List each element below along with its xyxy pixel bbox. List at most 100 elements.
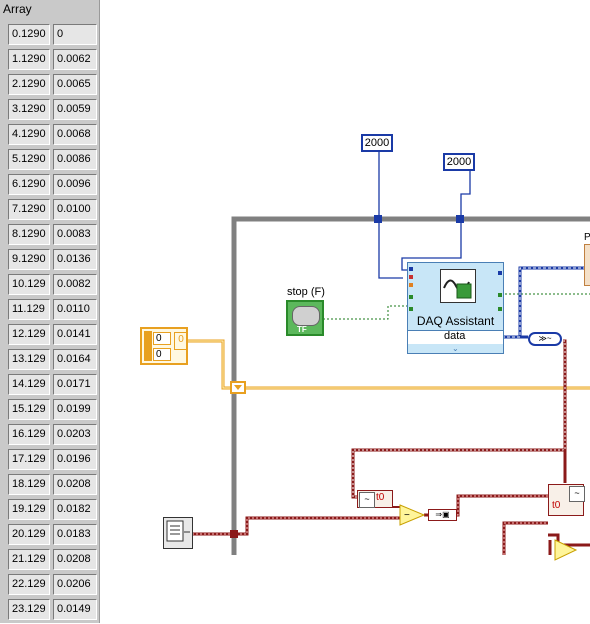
block-diagram: − 2000 2000 stop (F) TF DAQ Assistant da… [100,0,590,623]
array-cell-x[interactable]: 2.1290 [8,74,50,95]
t0-label-2: t0 [552,500,561,511]
array-row: 8.1290 0.0083 [8,224,97,249]
array-row: 2.1290 0.0065 [8,74,97,99]
array-cell-y[interactable]: 0.0171 [53,374,97,395]
array-cell-y[interactable]: 0.0208 [53,474,97,495]
subtract-node-2 [554,539,578,561]
timing-function-node[interactable] [163,517,193,549]
cluster-constant[interactable]: 0 0 0 [140,327,188,365]
array-cell-x[interactable]: 15.129 [8,399,50,420]
get-waveform-node-1[interactable]: ~ t0 [357,490,393,508]
array-cell-y[interactable]: 0.0196 [53,449,97,470]
array-cell-y[interactable]: 0 [53,24,97,45]
wire-cluster [188,339,590,390]
array-cell-y[interactable]: 0.0110 [53,299,97,320]
array-cell-x[interactable]: 18.129 [8,474,50,495]
array-row: 14.129 0.0171 [8,374,97,399]
array-cell-x[interactable]: 11.129 [8,299,50,320]
stop-label: stop (F) [287,286,325,298]
array-cell-y[interactable]: 0.0199 [53,399,97,420]
array-cell-y[interactable]: 0.0096 [53,174,97,195]
array-cell-y[interactable]: 0.0208 [53,549,97,570]
array-cell-x[interactable]: 5.1290 [8,149,50,170]
array-cell-y[interactable]: 0.0203 [53,424,97,445]
stop-button[interactable]: TF [286,300,324,336]
daq-terminal-in-5 [409,307,413,311]
get-waveform-node-2[interactable]: ~ t0 [548,484,585,516]
array-cell-x[interactable]: 9.1290 [8,249,50,270]
daq-terminal-out-1 [498,271,502,275]
array-cell-x[interactable]: 23.129 [8,599,50,620]
daq-terminal-in-4 [409,295,413,299]
array-cell-x[interactable]: 12.129 [8,324,50,345]
array-cell-x[interactable]: 7.1290 [8,199,50,220]
t0-label-1: t0 [376,492,385,503]
array-cell-y[interactable]: 0.0065 [53,74,97,95]
array-cell-x[interactable]: 0.1290 [8,24,50,45]
cluster-value-2[interactable]: 0 [153,348,171,361]
array-cell-y[interactable]: 0.0206 [53,574,97,595]
daq-terminal-in-2 [409,275,413,279]
array-cell-y[interactable]: 0.0136 [53,249,97,270]
array-cell-y[interactable]: 0.0141 [53,324,97,345]
array-cell-x[interactable]: 19.129 [8,499,50,520]
tunnel-b [456,215,464,223]
timestamp-to-dbl-node[interactable]: ⇒▣ [428,509,457,521]
daq-assistant-node[interactable]: DAQ Assistant data ⌄ [407,262,504,354]
array-row: 7.1290 0.0100 [8,199,97,224]
array-cell-y[interactable]: 0.0183 [53,524,97,545]
daq-terminal-out-3 [498,307,502,311]
timing-tunnel [230,530,238,538]
array-title: Array [3,2,32,16]
array-row: 18.129 0.0208 [8,474,97,499]
array-cell-x[interactable]: 1.1290 [8,49,50,70]
array-cell-y[interactable]: 0.0086 [53,149,97,170]
partial-node[interactable] [584,244,590,286]
array-cell-y[interactable]: 0.0100 [53,199,97,220]
wire-stop [323,305,407,320]
array-cell-x[interactable]: 13.129 [8,349,50,370]
array-cell-x[interactable]: 6.1290 [8,174,50,195]
const-2000-a[interactable]: 2000 [361,134,393,152]
array-cell-y[interactable]: 0.0062 [53,49,97,70]
partial-label: P [584,232,590,243]
array-cell-x[interactable]: 20.129 [8,524,50,545]
wave-icon-2: ~ [569,486,585,502]
array-cell-x[interactable]: 22.129 [8,574,50,595]
cluster-value-1[interactable]: 0 [153,332,171,345]
stop-tf: TF [297,325,307,334]
array-cell-y[interactable]: 0.0164 [53,349,97,370]
array-row: 0.1290 0 [8,24,97,49]
array-cell-x[interactable]: 4.1290 [8,124,50,145]
array-cell-y[interactable]: 0.0059 [53,99,97,120]
array-row: 3.1290 0.0059 [8,99,97,124]
cluster-index [144,331,152,361]
daq-title: DAQ Assistant [416,314,495,328]
array-row: 4.1290 0.0068 [8,124,97,149]
daq-terminal-in-1 [409,267,413,271]
array-cell-x[interactable]: 14.129 [8,374,50,395]
daq-expand-arrow[interactable]: ⌄ [452,344,459,353]
array-cell-y[interactable]: 0.0149 [53,599,97,620]
const-2000-b[interactable]: 2000 [443,153,475,171]
array-cell-y[interactable]: 0.0182 [53,499,97,520]
daq-terminal-in-3 [409,283,413,287]
array-cell-x[interactable]: 21.129 [8,549,50,570]
wire-lower [502,521,590,555]
tunnel-a [374,215,382,223]
convert-dynamic-node[interactable]: ≫~ [528,332,562,346]
array-row: 22.129 0.0206 [8,574,97,599]
array-cell-x[interactable]: 10.129 [8,274,50,295]
clock-icon [166,520,190,542]
array-cell-x[interactable]: 3.1290 [8,99,50,120]
array-cell-x[interactable]: 17.129 [8,449,50,470]
array-cell-y[interactable]: 0.0082 [53,274,97,295]
daq-icon [440,269,476,303]
daq-data-label: data [444,330,466,342]
array-cell-x[interactable]: 16.129 [8,424,50,445]
array-row: 12.129 0.0141 [8,324,97,349]
array-cell-y[interactable]: 0.0068 [53,124,97,145]
array-rows: 0.1290 0 1.1290 0.0062 2.1290 0.0065 3.1290 0.0… [8,24,97,624]
array-cell-y[interactable]: 0.0083 [53,224,97,245]
array-cell-x[interactable]: 8.1290 [8,224,50,245]
